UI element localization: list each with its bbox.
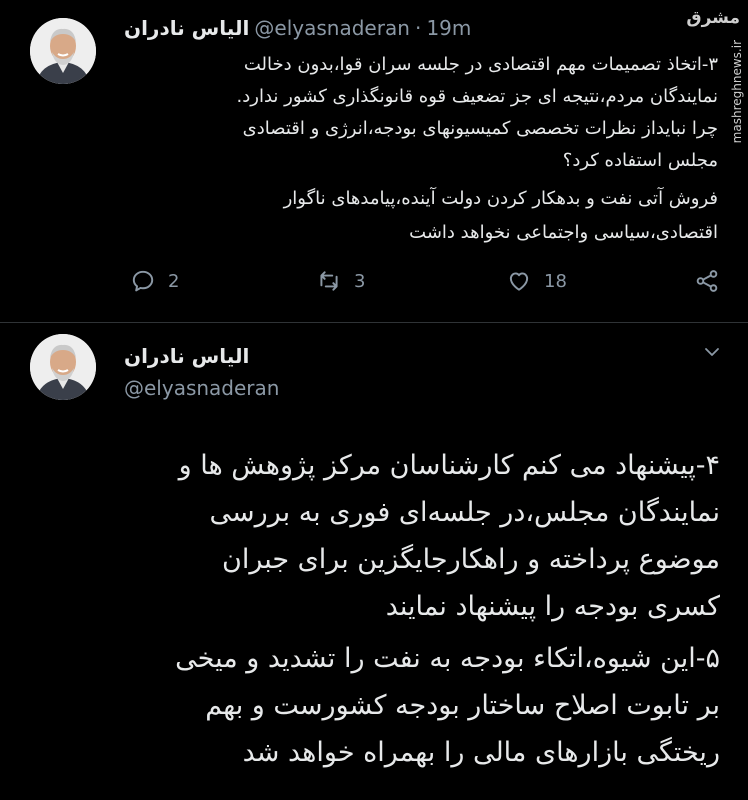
avatar[interactable] (30, 334, 96, 400)
separator-dot: · (414, 16, 422, 40)
reply-button[interactable]: 2 (130, 268, 179, 294)
chevron-down-icon (705, 348, 719, 356)
tweet1-header: الیاس نادران @elyasnaderan · 19m (124, 16, 471, 40)
tweet-divider (0, 322, 748, 323)
retweet-button[interactable]: 3 (316, 268, 365, 294)
tweet-text-line: اقتصادی،سیاسی واجتماعی نخواهد داشت (409, 222, 718, 243)
retweet-count: 3 (354, 270, 366, 292)
display-name[interactable]: الیاس نادران (124, 344, 249, 368)
mashregh-logo: مشرق (686, 8, 740, 28)
heart-icon (509, 272, 529, 291)
tweet2-handle[interactable]: @elyasnaderan (124, 376, 279, 400)
tweet-text-line: فروش آتی نفت و بدهکار کردن دولت آینده،پی… (283, 188, 718, 209)
handle[interactable]: @elyasnaderan (124, 376, 279, 400)
like-button[interactable]: 18 (506, 268, 567, 294)
more-options-button[interactable] (700, 340, 724, 364)
watermark-url: mashreghnews.ir (730, 40, 744, 144)
tweet-text-line: چرا نبایداز نظرات تخصصی کمیسیونهای بودجه… (242, 118, 718, 139)
tweet-text-line: بر تابوت اصلاح ساختار بودجه کشورست و بهم (205, 690, 720, 721)
share-button[interactable] (694, 268, 720, 294)
tweet-text-line: نمایندگان مردم،نتیجه ای جز تضعیف قوه قان… (236, 86, 718, 107)
reply-count: 2 (168, 270, 180, 292)
tweet2-display-name[interactable]: الیاس نادران (124, 344, 249, 368)
tweet-text-line: نمایندگان مجلس،در جلسه‌ای فوری به بررسی (209, 497, 720, 528)
tweet-text-line: کسری بودجه را پیشنهاد نمایند (385, 591, 720, 622)
tweet-text-line: موضوع پرداخته و راهکارجایگزین برای جبران (222, 544, 720, 575)
handle[interactable]: @elyasnaderan (254, 16, 409, 40)
share-icon (696, 270, 718, 292)
retweet-icon (320, 271, 338, 291)
avatar[interactable] (30, 18, 96, 84)
tweet-text-line: ۴-پیشنهاد می کنم کارشناسان مرکز پژوهش ها… (178, 450, 720, 481)
tweet-text-line: ۳-اتخاذ تصمیمات مهم اقتصادی در جلسه سران… (243, 54, 718, 75)
tweet-text-line: مجلس استفاده کرد؟ (562, 150, 718, 171)
like-count: 18 (544, 270, 567, 292)
tweet-text-line: ۵-این شیوه،اتکاء بودجه به نفت را تشدید و… (175, 643, 720, 674)
tweet-text-line: ریختگی بازارهای مالی را بهمراه خواهد شد (242, 737, 720, 768)
reply-icon (132, 270, 154, 292)
timestamp[interactable]: 19m (426, 16, 471, 40)
display-name[interactable]: الیاس نادران (124, 16, 249, 40)
